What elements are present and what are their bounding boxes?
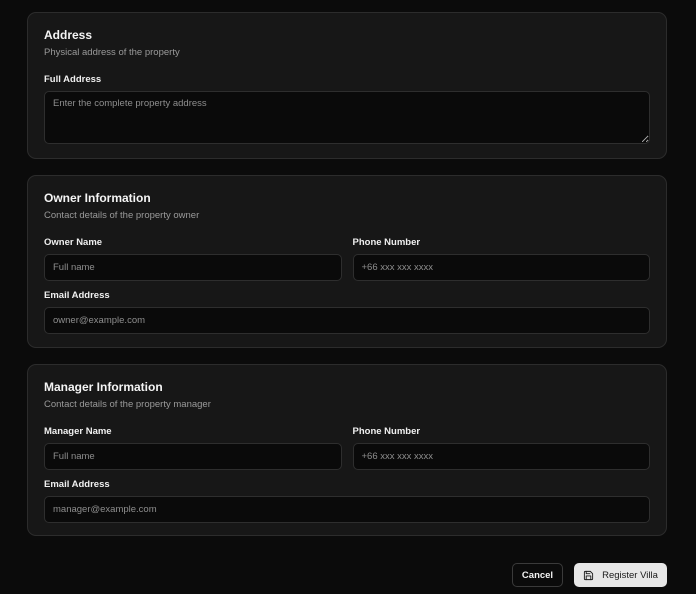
manager-name-label: Manager Name [44,426,112,437]
register-villa-button-label: Register Villa [602,569,658,581]
full-address-label: Full Address [44,74,102,85]
full-address-textarea[interactable] [44,91,650,144]
manager-name-field: Manager Name [44,426,342,470]
owner-name-field: Owner Name [44,237,342,281]
manager-name-input[interactable] [44,443,342,470]
manager-card-description: Contact details of the property manager [44,399,211,410]
manager-card-title: Manager Information [44,380,163,394]
cancel-button[interactable]: Cancel [512,563,563,587]
manager-phone-input[interactable] [352,443,650,470]
owner-phone-field: Phone Number [352,237,650,281]
owner-email-label: Email Address [44,290,110,301]
owner-information-card: Owner Information Contact details of the… [27,175,667,348]
cancel-button-label: Cancel [521,569,554,581]
address-card-title: Address [44,28,93,42]
address-card-description: Physical address of the property [44,47,180,58]
register-villa-button[interactable]: Register Villa [574,563,667,587]
owner-card-description: Contact details of the property owner [44,210,200,221]
owner-name-input[interactable] [44,254,342,281]
manager-information-card: Manager Information Contact details of t… [27,364,667,536]
owner-email-input[interactable] [44,307,650,334]
save-icon [583,570,594,581]
register-villa-form: Address Physical address of the property… [0,0,696,594]
owner-name-label: Owner Name [44,237,103,248]
manager-phone-field: Phone Number [352,426,650,470]
owner-phone-input[interactable] [352,254,650,281]
address-card: Address Physical address of the property… [27,12,667,159]
manager-email-label: Email Address [44,479,110,490]
manager-phone-label: Phone Number [352,426,421,437]
manager-email-input[interactable] [44,496,650,523]
owner-name-phone-row: Owner Name Phone Number [44,237,650,281]
manager-name-phone-row: Manager Name Phone Number [44,426,650,470]
owner-card-title: Owner Information [44,191,151,205]
owner-phone-label: Phone Number [352,237,421,248]
